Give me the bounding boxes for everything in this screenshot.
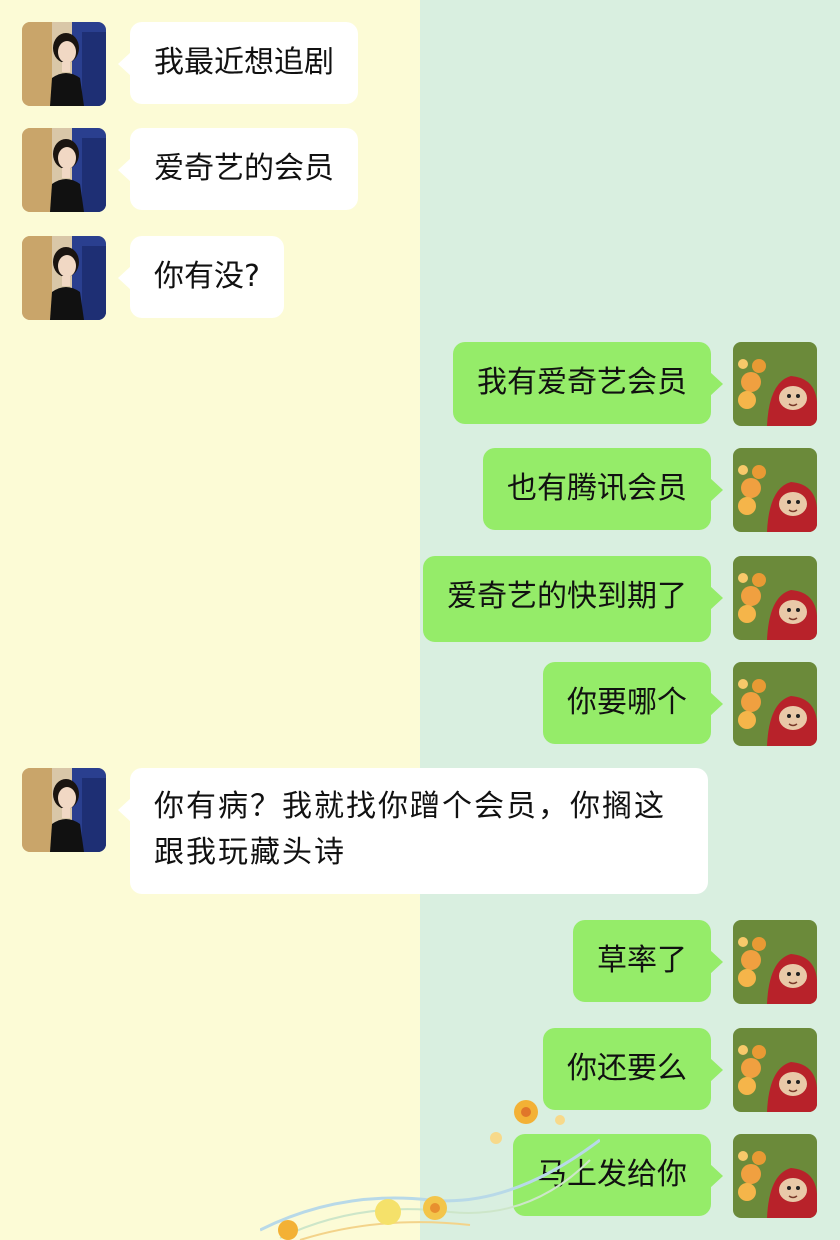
my-avatar-icon[interactable] (733, 662, 817, 746)
message-bubble[interactable]: 你还要么 (543, 1028, 723, 1110)
message-bubble[interactable]: 你有病？我就找你蹭个会员，你搁这跟我玩藏头诗 (118, 768, 708, 894)
my-avatar-icon[interactable] (733, 920, 817, 1004)
message-bubble[interactable]: 爱奇艺的快到期了 (423, 556, 723, 642)
my-avatar-icon[interactable] (733, 1028, 817, 1112)
message-bubble[interactable]: 你要哪个 (543, 662, 723, 744)
message-bubble[interactable]: 我有爱奇艺会员 (453, 342, 723, 424)
my-avatar-icon[interactable] (733, 1134, 817, 1218)
my-avatar-icon[interactable] (733, 556, 817, 640)
chat-area: 我最近想追剧 爱奇艺的会员 你有没? 我有爱奇艺会员 也有腾讯会员 爱奇艺的快到… (0, 0, 840, 1240)
contact-avatar-icon[interactable] (22, 22, 106, 106)
contact-avatar-icon[interactable] (22, 128, 106, 212)
message-bubble[interactable]: 我最近想追剧 (118, 22, 358, 104)
my-avatar-icon[interactable] (733, 448, 817, 532)
message-bubble[interactable]: 你有没? (118, 236, 284, 318)
message-bubble[interactable]: 草率了 (573, 920, 723, 1002)
message-bubble[interactable]: 爱奇艺的会员 (118, 128, 358, 210)
message-bubble[interactable]: 马上发给你 (513, 1134, 723, 1216)
message-bubble[interactable]: 也有腾讯会员 (483, 448, 723, 530)
contact-avatar-icon[interactable] (22, 236, 106, 320)
my-avatar-icon[interactable] (733, 342, 817, 426)
contact-avatar-icon[interactable] (22, 768, 106, 852)
